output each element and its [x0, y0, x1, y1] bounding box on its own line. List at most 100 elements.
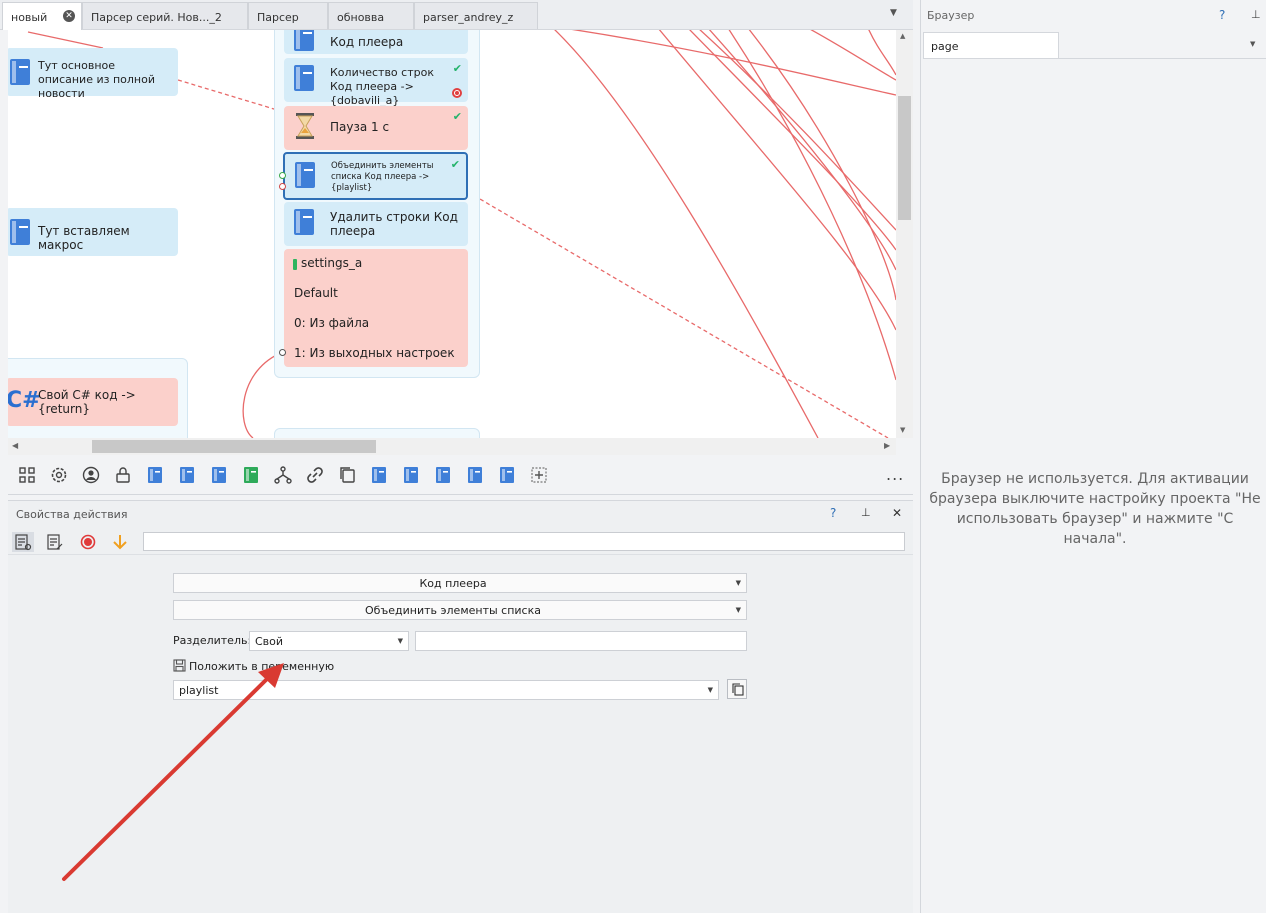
select-value: Код плеера [419, 577, 487, 590]
note-icon [10, 219, 30, 245]
more-icon[interactable]: ... [886, 465, 904, 484]
node-description[interactable]: Тут основное описание из полной новости [8, 48, 178, 100]
node-label: Количество строк Код плеера -> {dobavili… [330, 66, 434, 107]
variable-copy-button[interactable] [727, 679, 747, 699]
switch-case: 0: Из файла [294, 316, 370, 330]
add-icon[interactable] [530, 466, 548, 484]
note-icon[interactable] [466, 466, 484, 484]
save-icon[interactable] [173, 659, 186, 672]
note-icon [294, 65, 314, 91]
node-csharp[interactable]: C# Свой C# код -> {return} [8, 378, 178, 426]
check-icon: ✔ [452, 110, 462, 123]
switch-case: 1: Из выходных настроек [294, 346, 455, 360]
canvas-vertical-scrollbar[interactable]: ▲ ▼ [896, 30, 913, 438]
browser-panel: Браузер ? ⊥ page ▼ Браузер не использует… [920, 0, 1266, 913]
lock-icon[interactable] [114, 466, 132, 484]
node-top-partial[interactable]: Код плеера [284, 30, 468, 54]
node-settings-switch[interactable]: settings_a Default 0: Из файла 1: Из вых… [284, 249, 468, 367]
switch-name: settings_a [301, 256, 363, 270]
tab-label: новый [11, 11, 48, 24]
app-root: новый ✕ Парсер серий. Нов..._2 Парсер об… [0, 0, 1266, 913]
panel-title: Браузер [927, 9, 975, 22]
help-icon[interactable]: ? [1219, 8, 1225, 22]
comment-input[interactable] [143, 532, 905, 551]
branch-icon[interactable] [274, 466, 292, 484]
switch-case: Default [294, 286, 338, 300]
tab-list-chevron-icon[interactable]: ▼ [890, 8, 897, 18]
pin-icon[interactable]: ⊥ [861, 506, 871, 519]
note-icon[interactable] [178, 466, 196, 484]
scroll-left-icon[interactable]: ◀ [12, 441, 18, 450]
close-icon[interactable]: ✕ [63, 10, 75, 22]
variable-select[interactable]: playlist ▼ [173, 680, 719, 700]
scroll-down-icon[interactable]: ▼ [900, 426, 905, 434]
note-icon[interactable] [210, 466, 228, 484]
node-join-list[interactable]: Объединить элементы списка Код плеера ->… [283, 152, 468, 200]
node-group-bottom [274, 428, 480, 438]
arrow-down-icon[interactable] [109, 532, 131, 552]
scrollbar-thumb[interactable] [92, 440, 376, 453]
breakpoint-icon[interactable] [452, 88, 462, 98]
tab-label: page [931, 40, 959, 53]
note-icon[interactable] [434, 466, 452, 484]
output-port[interactable] [279, 349, 286, 356]
separator-select[interactable]: Свой ▼ [249, 631, 409, 651]
link-icon[interactable] [306, 466, 324, 484]
node-label: Удалить строки Код плеера [330, 210, 458, 238]
node-label: Тут вставляем макрос [38, 224, 130, 252]
separator-custom-input[interactable] [415, 631, 747, 651]
browser-view: Браузер не используется. Для активации б… [923, 58, 1266, 913]
node-pause[interactable]: Пауза 1 с ✔ [284, 106, 468, 150]
tab-parser-andrey[interactable]: parser_andrey_z [414, 2, 538, 29]
workflow-canvas[interactable]: Тут основное описание из полной новости … [8, 30, 896, 438]
green-note-icon[interactable] [242, 466, 260, 484]
note-icon[interactable] [498, 466, 516, 484]
gear-icon[interactable] [50, 466, 68, 484]
tab-parser-series[interactable]: Парсер серий. Нов..._2 [82, 2, 248, 29]
status-indicator [293, 259, 297, 270]
note-icon[interactable] [370, 466, 388, 484]
node-count-rows[interactable]: Количество строк Код плеера -> {dobavili… [284, 58, 468, 107]
tab-label: parser_andrey_z [423, 11, 514, 24]
copy-icon [732, 683, 744, 696]
operation-select[interactable]: Объединить элементы списка ▼ [173, 600, 747, 620]
pin-icon[interactable]: ⊥ [1251, 8, 1261, 21]
put-into-variable-label: Положить в переменную [189, 660, 335, 673]
source-list-select[interactable]: Код плеера ▼ [173, 573, 747, 593]
error-port[interactable] [279, 183, 286, 190]
tab-novyi[interactable]: новый ✕ [2, 2, 82, 30]
node-label: Объединить элементы списка Код плеера ->… [331, 161, 434, 193]
help-icon[interactable]: ? [830, 506, 836, 520]
tab-parser[interactable]: Парсер [248, 2, 328, 29]
user-icon[interactable] [82, 466, 100, 484]
canvas-horizontal-scrollbar[interactable]: ◀ ▶ [8, 438, 896, 455]
chevron-down-icon: ▼ [707, 686, 713, 694]
browser-disabled-message: Браузер не используется. Для активации б… [929, 471, 1261, 547]
properties-icon[interactable] [12, 532, 34, 552]
note-icon[interactable] [146, 466, 164, 484]
grid-icon[interactable] [18, 466, 36, 484]
node-macro[interactable]: Тут вставляем макрос [8, 208, 178, 256]
scroll-right-icon[interactable]: ▶ [884, 441, 890, 450]
scroll-up-icon[interactable]: ▲ [900, 32, 905, 40]
action-properties-panel: Свойства действия ? ⊥ ✕ Код плеера ▼ Объ… [8, 500, 913, 913]
chevron-down-icon[interactable]: ▼ [1250, 40, 1255, 48]
tab-label: Парсер [257, 11, 299, 24]
hourglass-icon [296, 113, 314, 139]
tab-label: Парсер серий. Нов..._2 [91, 11, 222, 24]
browser-tab-page[interactable]: page [923, 32, 1059, 58]
edit-notes-icon[interactable] [44, 532, 66, 552]
select-value: playlist [179, 684, 219, 697]
close-icon[interactable]: ✕ [892, 506, 902, 520]
copy-icon[interactable] [338, 466, 356, 484]
properties-toolbar [8, 528, 913, 555]
record-icon[interactable] [77, 532, 99, 552]
check-icon: ✔ [450, 158, 460, 171]
input-port[interactable] [279, 172, 286, 179]
scrollbar-thumb[interactable] [898, 96, 911, 220]
note-icon [295, 162, 315, 188]
note-icon[interactable] [402, 466, 420, 484]
tab-obnovva[interactable]: обновва [328, 2, 414, 29]
node-label: Пауза 1 с [330, 120, 390, 134]
node-delete-rows[interactable]: Удалить строки Код плеера [284, 202, 468, 246]
